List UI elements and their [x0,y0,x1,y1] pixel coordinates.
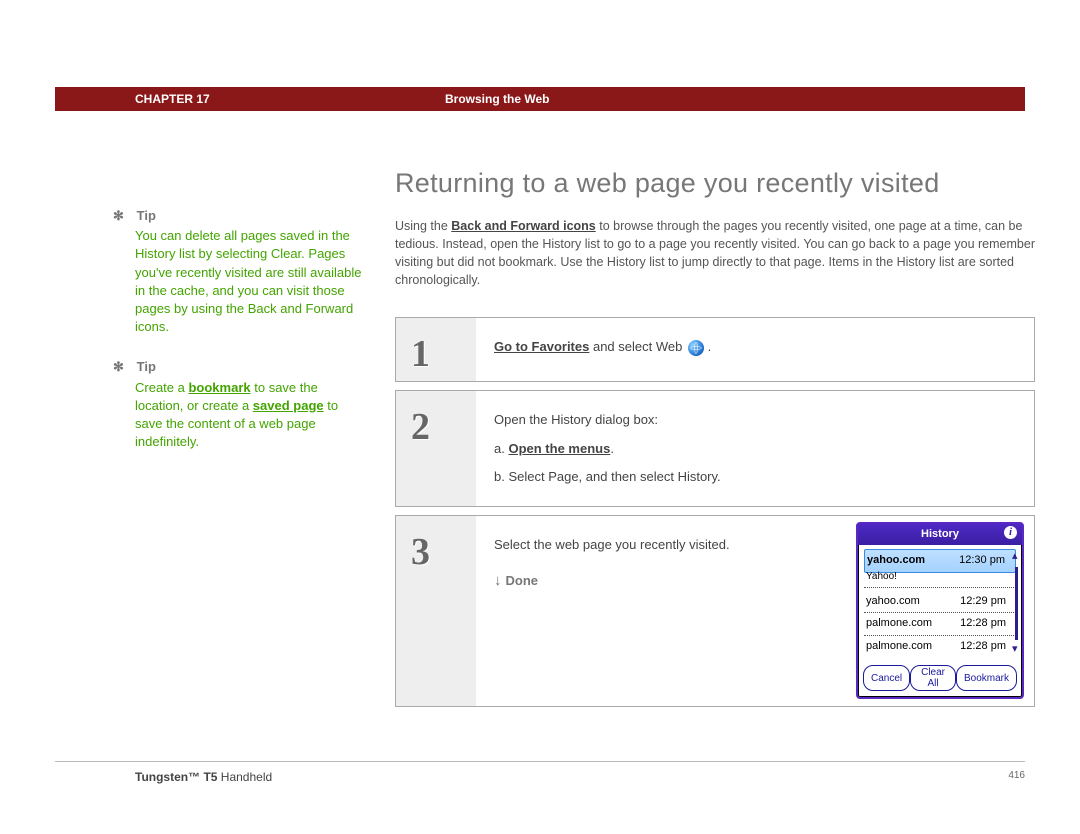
tip-2-text: Create a bookmark to save the location, … [135,379,365,452]
bookmark-button[interactable]: Bookmark [956,665,1017,691]
tip2-pre: Create a [135,380,188,395]
history-title: History [921,528,959,540]
scroll-up-icon[interactable]: ▴ [1012,549,1020,564]
step2-line1: Open the History dialog box: [494,411,1016,429]
intro-paragraph: Using the Back and Forward icons to brow… [395,217,1035,290]
cancel-button[interactable]: Cancel [863,665,910,691]
star-icon: ✻ [113,358,127,376]
history-item[interactable]: yahoo.com 12:29 pm [864,591,1016,613]
open-menus-link[interactable]: Open the menus [508,441,610,456]
scroll-track[interactable] [1015,567,1018,640]
step-3-number: 3 [411,526,430,579]
star-icon: ✻ [113,207,127,225]
main-content: Returning to a web page you recently vis… [395,165,1035,715]
footer-rule [55,761,1025,762]
step2-b: b. Select Page, and then select History. [494,468,1016,486]
history-item-time: 12:30 pm [959,553,1005,568]
history-item-time: 12:29 pm [960,594,1006,609]
page-number: 416 [1008,769,1025,786]
history-item[interactable]: palmone.com 12:28 pm [864,613,1016,635]
history-item-url: yahoo.com [866,594,920,609]
step-1-number: 1 [411,328,430,381]
bookmark-link[interactable]: bookmark [188,380,250,395]
clear-all-button[interactable]: Clear All [910,665,956,691]
chapter-label: CHAPTER 17 [55,91,210,108]
down-arrow-icon: ↓ [494,570,502,591]
step-1-body: Go to Favorites and select Web . [476,318,1034,381]
step-3-body: Select the web page you recently visited… [476,516,1034,706]
page-title: Returning to a web page you recently vis… [395,165,1035,203]
step1-rest: and select Web [589,339,686,354]
step-2-number: 2 [411,401,430,454]
tip-label: Tip [137,208,156,223]
footer: Tungsten™ T5 Handheld 416 [55,769,1025,786]
step-2-body: Open the History dialog box: a. Open the… [476,391,1034,506]
step2-a: a. Open the menus. [494,440,1016,458]
history-item[interactable]: palmone.com 12:28 pm [864,636,1016,657]
history-item-time: 12:28 pm [960,616,1006,631]
history-item-url: palmone.com [866,616,932,631]
info-icon[interactable]: i [1004,526,1017,539]
back-forward-link[interactable]: Back and Forward icons [451,219,595,233]
history-item-time: 12:28 pm [960,639,1006,654]
tip-2: ✻ Tip Create a bookmark to save the loca… [135,358,365,451]
step3-text: Select the web page you recently visited… [494,536,734,554]
history-item-sub: Yahoo! [864,570,1016,588]
step-1: 1 Go to Favorites and select Web . [395,317,1035,382]
chapter-header: CHAPTER 17 Browsing the Web [55,87,1025,111]
history-item-url: palmone.com [866,639,932,654]
tip-1-text: You can delete all pages saved in the Hi… [135,227,365,336]
product-name: Tungsten™ T5 Handheld [55,769,272,786]
history-buttons: Cancel Clear All Bookmark [858,661,1022,697]
scrollbar[interactable]: ▴ ▾ [1012,549,1020,657]
done-indicator: ↓ Done [494,570,734,591]
history-list: yahoo.com 12:30 pm Yahoo! yahoo.com 12:2… [858,545,1022,661]
history-title-bar: History i [858,524,1022,545]
intro-pre: Using the [395,219,451,233]
tip-1: ✻ Tip You can delete all pages saved in … [135,207,365,336]
web-icon [688,340,704,356]
scroll-down-icon[interactable]: ▾ [1012,642,1020,657]
tip-label: Tip [137,359,156,374]
history-dialog: History i yahoo.com 12:30 pm Yahoo! yaho… [856,522,1024,699]
steps: 1 Go to Favorites and select Web . 2 Ope… [395,317,1035,707]
done-label: Done [506,573,539,588]
history-item-url: yahoo.com [867,553,925,568]
saved-page-link[interactable]: saved page [253,398,324,413]
step-3: 3 Select the web page you recently visit… [395,515,1035,707]
sidebar: ✻ Tip You can delete all pages saved in … [135,207,365,473]
step-2: 2 Open the History dialog box: a. Open t… [395,390,1035,507]
chapter-title: Browsing the Web [445,91,549,108]
go-to-favorites-link[interactable]: Go to Favorites [494,339,589,354]
